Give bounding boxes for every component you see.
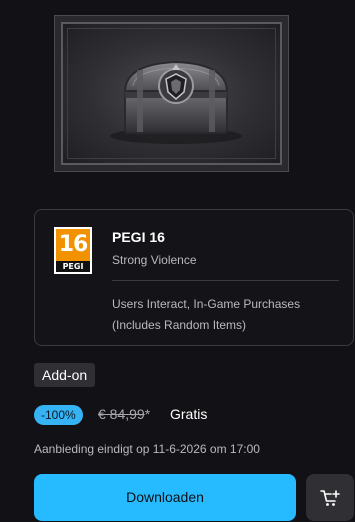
- rating-descriptor: Strong Violence: [112, 253, 197, 267]
- product-image: [54, 15, 289, 172]
- rating-interactive-elements: Users Interact, In-Game Purchases (Inclu…: [112, 297, 301, 332]
- rating-title: PEGI 16: [112, 229, 165, 245]
- download-button[interactable]: Downloaden: [34, 474, 296, 521]
- product-type-tag: Add-on: [34, 363, 96, 387]
- add-to-cart-icon: [320, 489, 340, 506]
- current-price: Gratis: [170, 406, 208, 422]
- original-price: € 84,99*: [98, 406, 150, 422]
- store-addon-page: 16 PEGI PEGI 16 Strong Violence Users In…: [0, 0, 355, 522]
- treasure-chest-icon: [110, 60, 242, 144]
- age-rating-card: 16 PEGI PEGI 16 Strong Violence Users In…: [34, 209, 354, 346]
- pegi-age: 16: [56, 229, 90, 261]
- rating-divider: [112, 280, 339, 281]
- add-to-cart-button[interactable]: [306, 474, 354, 521]
- offer-end-text: Aanbieding eindigt op 11-6-2026 om 17:00: [34, 442, 260, 456]
- discount-badge: -100%: [34, 405, 83, 425]
- original-price-suffix: *: [144, 406, 151, 422]
- product-image-frame: [61, 22, 282, 165]
- original-price-value: € 84,99: [98, 406, 145, 422]
- pegi-label: PEGI: [56, 261, 90, 272]
- pegi-16-badge: 16 PEGI: [54, 227, 92, 274]
